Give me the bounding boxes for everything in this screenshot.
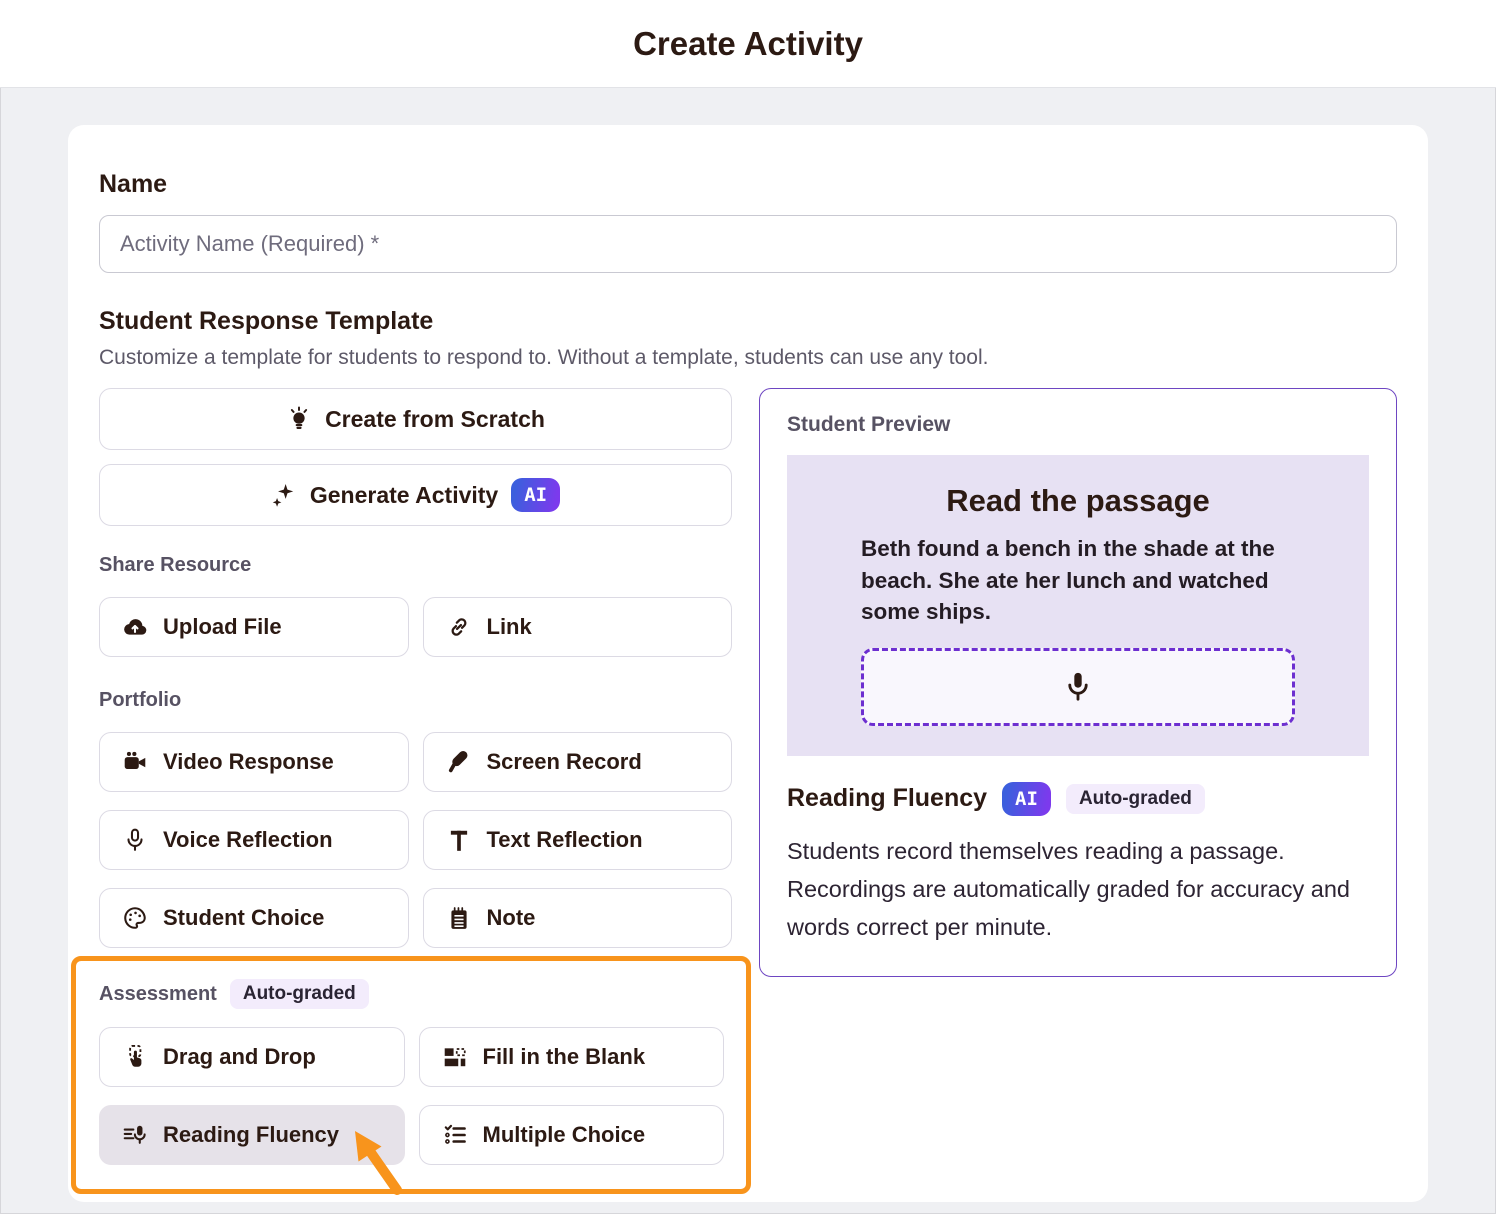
drag-drop-icon [122,1044,148,1070]
tile-fill-in-the-blank[interactable]: Fill in the Blank [419,1027,725,1087]
tile-label: Upload File [163,614,282,640]
pointer-arrow [352,1128,408,1198]
link-icon [446,614,472,640]
assessment-highlight-box: Assessment Auto-graded Drag and Drop [71,956,751,1194]
tile-text-reflection[interactable]: Text Reflection [423,810,733,870]
video-camera-icon [122,749,148,775]
activity-name-input[interactable] [99,215,1397,273]
record-button[interactable] [861,648,1295,726]
tile-label: Video Response [163,749,334,775]
auto-graded-badge: Auto-graded [230,979,369,1009]
bulb-sparkle-icon [286,406,312,432]
template-section-hint: Customize a template for students to res… [99,346,1397,370]
generate-activity-button[interactable]: Generate Activity AI [99,464,732,526]
portfolio-grid: Video Response Screen Record Voice Refle… [99,732,732,948]
tool-info-row: Reading Fluency AI Auto-graded [787,782,1369,816]
student-preview-stage: Read the passage Beth found a bench in t… [787,455,1369,756]
sparkles-icon [271,482,297,508]
generate-activity-label: Generate Activity [310,482,498,509]
tile-label: Text Reflection [487,827,643,853]
student-preview-panel: Student Preview Read the passage Beth fo… [759,388,1397,977]
tile-student-choice[interactable]: Student Choice [99,888,409,948]
tile-upload-file[interactable]: Upload File [99,597,409,657]
passage-prompt-title: Read the passage [861,483,1295,519]
multiple-choice-icon [442,1122,468,1148]
palette-icon [122,905,148,931]
tile-label: Fill in the Blank [483,1044,646,1070]
tool-name: Reading Fluency [787,784,987,813]
fill-blank-icon [442,1044,468,1070]
note-icon [446,905,472,931]
create-from-scratch-label: Create from Scratch [325,406,545,433]
tile-label: Reading Fluency [163,1122,339,1148]
share-resource-title: Share Resource [99,554,732,577]
microphone-purple-icon [1061,670,1095,704]
tile-label: Student Choice [163,905,324,931]
passage-text: Beth found a bench in the shade at the b… [861,533,1295,628]
create-from-scratch-button[interactable]: Create from Scratch [99,388,732,450]
tile-label: Screen Record [487,749,642,775]
tile-label: Drag and Drop [163,1044,316,1070]
assessment-header: Assessment Auto-graded [99,979,724,1009]
portfolio-title: Portfolio [99,689,732,712]
tile-screen-record[interactable]: Screen Record [423,732,733,792]
tile-label: Voice Reflection [163,827,333,853]
assessment-grid: Drag and Drop Fill in the Blank Reading … [99,1027,724,1165]
assessment-title: Assessment [99,983,217,1006]
create-activity-page: { "window": { "title": "Create Activity"… [0,0,1496,1214]
screen-record-icon [446,749,472,775]
tile-link[interactable]: Link [423,597,733,657]
cloud-upload-icon [122,614,148,640]
text-icon [446,827,472,853]
dialog-header: Create Activity [0,0,1496,88]
tile-label: Multiple Choice [483,1122,646,1148]
share-resource-grid: Upload File Link [99,597,732,657]
name-label: Name [99,170,1397,199]
tile-label: Link [487,614,532,640]
page-title: Create Activity [633,25,863,63]
tile-note[interactable]: Note [423,888,733,948]
reading-fluency-icon [122,1122,148,1148]
microphone-icon [122,827,148,853]
template-section-title: Student Response Template [99,307,1397,336]
tool-description: Students record themselves reading a pas… [787,832,1369,946]
create-activity-card: Name Student Response Template Customize… [68,125,1428,1202]
tile-drag-and-drop[interactable]: Drag and Drop [99,1027,405,1087]
template-options-column: Create from Scratch Generate Activity AI… [99,388,732,1194]
ai-badge: AI [511,478,560,512]
ai-badge: AI [1002,782,1051,816]
auto-graded-badge: Auto-graded [1066,784,1205,814]
content-columns: Create from Scratch Generate Activity AI… [99,388,1397,1194]
tile-label: Note [487,905,536,931]
tile-voice-reflection[interactable]: Voice Reflection [99,810,409,870]
student-preview-title: Student Preview [787,413,1369,437]
tile-multiple-choice[interactable]: Multiple Choice [419,1105,725,1165]
tile-video-response[interactable]: Video Response [99,732,409,792]
